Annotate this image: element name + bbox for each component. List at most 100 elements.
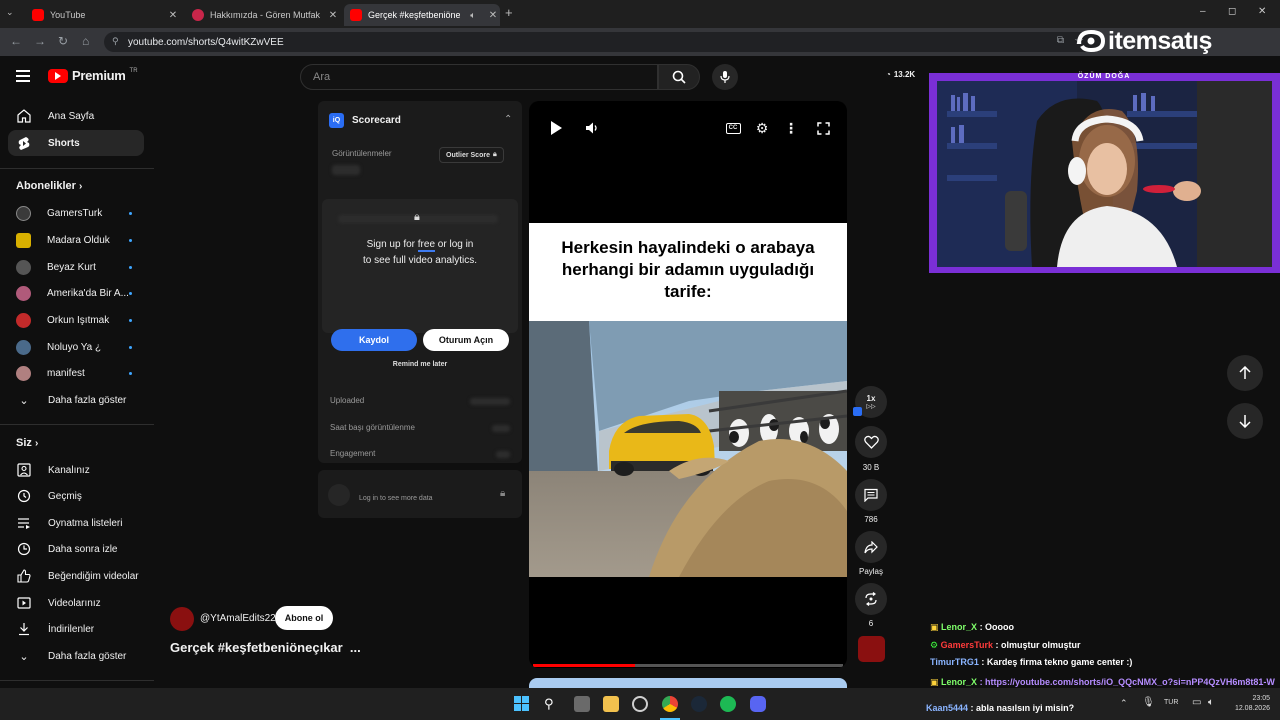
voice-search-button[interactable] xyxy=(712,64,738,90)
home-browser-icon[interactable]: ⌂ xyxy=(82,34,89,48)
reload-icon[interactable]: ↻ xyxy=(58,34,68,48)
network-icon[interactable]: ▭ xyxy=(1192,697,1201,708)
sidebar-item-your-videos[interactable]: Videolarınız xyxy=(8,590,144,616)
sidebar-item-orkun-isitmak[interactable]: Orkun Işıtmak xyxy=(8,307,144,333)
steam-icon[interactable] xyxy=(691,696,707,712)
lock-icon: 🔒︎ xyxy=(492,151,497,158)
video-progress-track[interactable] xyxy=(533,664,843,667)
channel-avatar xyxy=(16,232,31,248)
sidebar-item-manifest[interactable]: manifest xyxy=(8,360,144,386)
sidebar-item-liked-videos[interactable]: Beğendiğim videolar xyxy=(8,563,144,589)
sidebar-item-home[interactable]: Ana Sayfa xyxy=(8,103,144,129)
close-window-button[interactable]: ✕ xyxy=(1258,6,1266,17)
captions-icon[interactable]: CC xyxy=(724,119,742,137)
sidebar-item-gamersturk[interactable]: GamersTurk xyxy=(8,200,144,226)
sidebar-item-playlists[interactable]: Oynatma listeleri xyxy=(8,510,144,536)
you-heading[interactable]: Siz › xyxy=(16,437,38,449)
sidebar-item-madara-olduk[interactable]: Madara Olduk xyxy=(8,227,144,253)
comments-button[interactable] xyxy=(855,479,887,511)
previous-short-button[interactable] xyxy=(1227,355,1263,391)
remix-button[interactable] xyxy=(855,583,887,615)
close-tab-icon[interactable]: ✕ xyxy=(486,10,500,21)
subscriptions-show-more[interactable]: ⌄ Daha fazla göster xyxy=(8,387,144,413)
minimize-button[interactable]: – xyxy=(1200,6,1206,17)
more-data-card[interactable]: Log in to see more data 🔒︎ xyxy=(318,470,522,518)
oturum-acin-button[interactable]: Oturum Açın xyxy=(423,329,509,351)
badge-icon: ▣ xyxy=(930,622,939,632)
chat-message: TimurTRG1 : Kardeş firma tekno game cent… xyxy=(930,657,1133,667)
search-button[interactable] xyxy=(658,64,700,90)
new-tab-button[interactable]: + xyxy=(505,5,513,20)
sidebar-item-your-channel[interactable]: Kanalınız xyxy=(8,457,144,483)
settings-gear-icon[interactable]: ⚙︎ xyxy=(753,119,771,137)
kaydol-button[interactable]: Kaydol xyxy=(331,329,417,351)
lock-icon: 🔒︎ xyxy=(500,488,506,499)
tab-gercek-short[interactable]: Gerçek #keşfetbeniöneçıkar 🔈︎ ✕ xyxy=(344,4,500,26)
outlier-score-badge[interactable]: Outlier Score 🔒︎ xyxy=(439,147,504,163)
sidebar-item-downloads[interactable]: İndirilenler xyxy=(8,616,144,642)
shorts-video-player[interactable]: CC ⚙︎ ⋮ Herkesin hayalindeki o arabaya h… xyxy=(529,101,847,668)
obs-icon[interactable] xyxy=(632,696,648,712)
forward-icon[interactable]: → xyxy=(34,34,46,48)
close-tab-icon[interactable]: ✕ xyxy=(166,10,180,21)
you-show-more[interactable]: ⌄ Daha fazla göster xyxy=(8,643,144,669)
search-input[interactable]: Ara xyxy=(300,64,658,90)
address-bar[interactable]: ⚲ youtube.com/shorts/Q4witKZwVEE ⧉ ☆ xyxy=(104,32,1104,52)
site-info-icon[interactable]: ⚲ xyxy=(112,36,119,47)
scorecard-title: Scorecard xyxy=(352,115,401,126)
sidebar-item-watch-later[interactable]: Daha sonra izle xyxy=(8,536,144,562)
history-icon xyxy=(16,488,32,504)
tab-audio-icon[interactable]: 🔈︎ xyxy=(466,10,480,21)
volume-icon[interactable] xyxy=(583,119,601,137)
sidebar-item-beyaz-kurt[interactable]: Beyaz Kurt xyxy=(8,254,144,280)
like-button[interactable] xyxy=(855,426,887,458)
chrome-icon[interactable] xyxy=(662,696,678,712)
close-tab-icon[interactable]: ✕ xyxy=(326,10,340,21)
volume-tray-icon[interactable]: 🔈︎ xyxy=(1208,697,1214,708)
taskbar-search-icon[interactable]: ⚲ xyxy=(544,696,560,712)
spotify-icon[interactable] xyxy=(720,696,736,712)
more-options-icon[interactable]: ⋮ xyxy=(782,119,800,137)
fast-forward-icon: ▷▷ xyxy=(866,404,876,410)
windows-start-icon[interactable] xyxy=(514,696,530,712)
analytics-locked-card: 🔒︎ Sign up for free or log in to see ful… xyxy=(322,199,518,333)
discord-icon[interactable] xyxy=(750,696,766,712)
fullscreen-icon[interactable] xyxy=(814,119,832,137)
share-button[interactable] xyxy=(855,531,887,563)
language-indicator[interactable]: TUR xyxy=(1164,699,1178,706)
play-icon[interactable] xyxy=(547,119,565,137)
sidebar-item-noluyo-ya[interactable]: Noluyo Ya ¿ xyxy=(8,334,144,360)
sidebar-item-shorts[interactable]: Shorts xyxy=(8,130,144,156)
remind-later-link[interactable]: Remind me later xyxy=(318,361,522,368)
sidebar-item-amerikada-bir[interactable]: Amerika'da Bir A... xyxy=(8,280,144,306)
video-title[interactable]: Gerçek #keşfetbeniöneçıkar ... xyxy=(170,640,361,655)
new-content-dot xyxy=(129,238,132,242)
webcam-feed xyxy=(937,81,1272,267)
install-app-icon[interactable]: ⧉ xyxy=(1057,35,1064,46)
tray-chevron-icon[interactable]: ⌃ xyxy=(1120,698,1128,709)
engagement-label: Engagement xyxy=(330,449,376,458)
arrow-down-icon xyxy=(1239,415,1251,428)
sound-thumbnail[interactable] xyxy=(858,636,885,662)
chevron-right-icon: › xyxy=(78,181,83,192)
subscriptions-heading[interactable]: Abonelikler › xyxy=(16,180,82,192)
back-icon[interactable]: ← xyxy=(10,34,22,48)
sidebar-divider xyxy=(0,680,154,681)
new-content-dot xyxy=(129,318,132,322)
tab-youtube[interactable]: YouTube ✕ xyxy=(26,4,180,26)
sidebar-item-history[interactable]: Geçmiş xyxy=(8,483,144,509)
channel-avatar[interactable] xyxy=(170,607,194,631)
clock[interactable]: 23:05 12.08.2026 xyxy=(1226,694,1270,714)
collapse-chevron-icon[interactable]: ⌃ xyxy=(504,114,512,125)
tab-search-icon[interactable]: ⌄ xyxy=(6,7,14,18)
subscribe-button[interactable]: Abone ol xyxy=(275,606,333,630)
tab-goren-mutfak[interactable]: Hakkımızda - Gören Mutfak Ak... ✕ xyxy=(186,4,340,26)
playlist-icon xyxy=(16,515,32,531)
file-explorer-icon[interactable] xyxy=(603,696,619,712)
maximize-button[interactable]: ◻ xyxy=(1228,6,1236,17)
channel-handle[interactable]: @YtAmalEdits22 xyxy=(200,613,276,624)
channel-avatar xyxy=(16,365,31,381)
task-view-icon[interactable] xyxy=(574,696,590,712)
tray-mic-icon[interactable]: 🎙︎ xyxy=(1142,697,1155,708)
next-short-button[interactable] xyxy=(1227,403,1263,439)
